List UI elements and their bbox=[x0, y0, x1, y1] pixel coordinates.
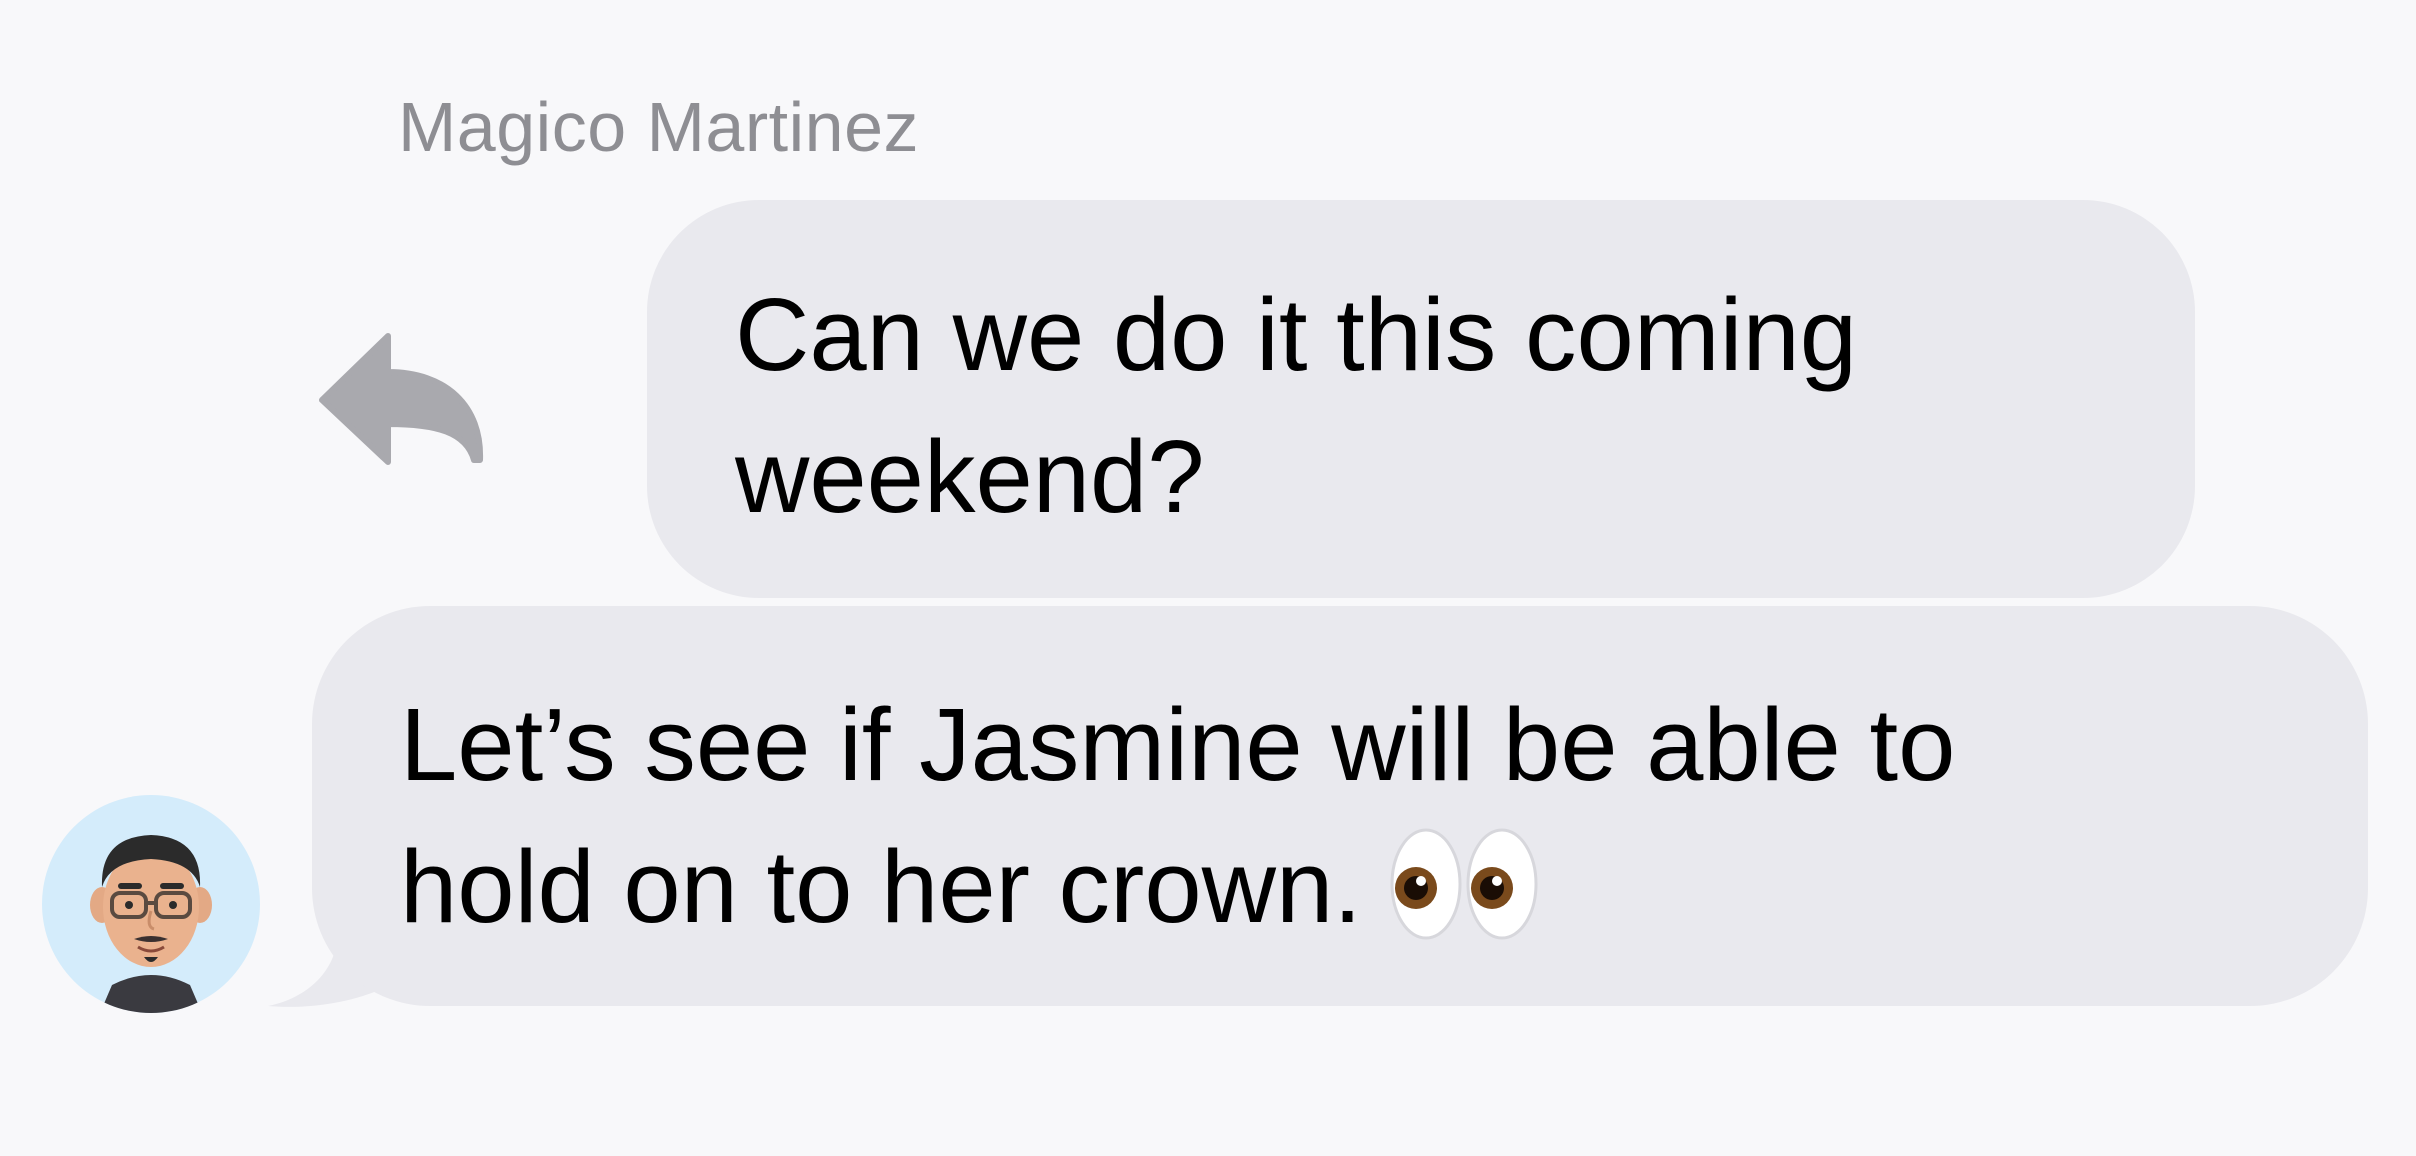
message-thread: Magico Martinez Can we do it this coming… bbox=[0, 0, 2416, 1156]
memoji-avatar[interactable] bbox=[42, 795, 260, 1013]
eyes-emoji bbox=[1390, 828, 1538, 940]
quoted-message-bubble[interactable]: Can we do it this coming weekend? bbox=[647, 200, 2195, 598]
quoted-message-text: Can we do it this coming weekend? bbox=[735, 277, 1858, 534]
memoji-face-icon bbox=[90, 835, 212, 1013]
reply-arrow-icon[interactable] bbox=[318, 328, 486, 468]
reply-message-bubble[interactable]: Let’s see if Jasmine will be able to hol… bbox=[312, 606, 2368, 1006]
sender-name: Magico Martinez bbox=[398, 88, 920, 166]
reply-message-text: Let’s see if Jasmine will be able to hol… bbox=[400, 687, 1956, 944]
